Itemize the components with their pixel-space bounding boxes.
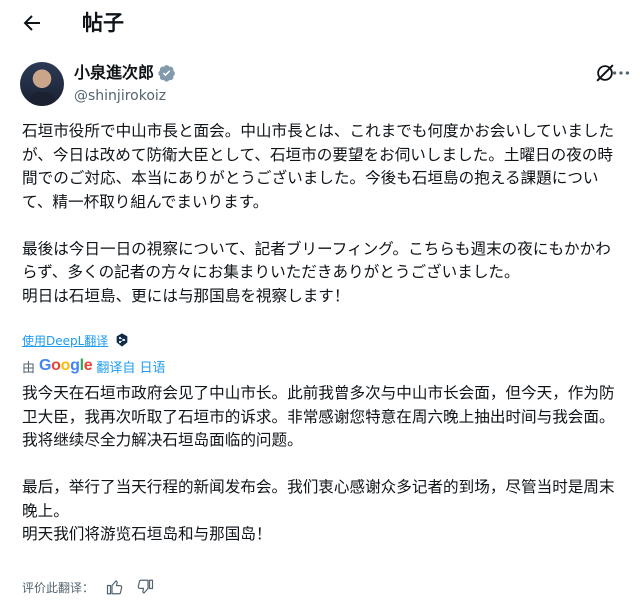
translated-post-text: 我今天在石垣市政府会见了中山市长。此前我曾多次与中山市长会面，但今天，作为防卫大… <box>22 382 626 547</box>
deepl-badge-icon <box>116 333 128 347</box>
original-paragraph-2: 最後は今日一日の視察について、記者ブリーフィング。こちらも週末の夜にもかかわらず… <box>22 239 611 305</box>
translated-paragraph-1: 我今天在石垣市政府会见了中山市长。此前我曾多次与中山市长会面，但今天，作为防卫大… <box>22 384 615 449</box>
back-arrow-icon[interactable] <box>20 11 44 35</box>
verified-badge-icon <box>158 65 175 82</box>
avatar[interactable] <box>20 62 64 106</box>
deepl-translate-row: 使用DeepL翻译 <box>22 330 130 350</box>
thumbs-up-icon[interactable] <box>106 578 124 596</box>
deepl-translate-link[interactable]: 使用DeepL翻译 <box>22 332 108 349</box>
thumbs-down-icon[interactable] <box>136 578 154 596</box>
rate-translation-label: 评价此翻译： <box>22 580 95 595</box>
page-title: 帖子 <box>82 11 124 35</box>
author-name[interactable]: 小泉進次郎 <box>74 63 154 83</box>
translated-paragraph-2: 最后，举行了当天行程的新闻发布会。我们衷心感谢众多记者的到场，尽管当时是周末晚上… <box>22 478 615 543</box>
google-logo: Google <box>39 357 93 374</box>
by-label: 由 <box>22 360 36 376</box>
more-icon[interactable] <box>610 62 632 84</box>
translated-from-label[interactable]: 翻译自 日语 <box>96 357 165 376</box>
author-handle: @shinjirokoiz <box>74 88 167 104</box>
original-post-text: 石垣市役所で中山市長と面会。中山市長とは、これまでも何度かお会いしていましたが、… <box>22 120 622 308</box>
top-bar: 帖子 <box>0 0 640 50</box>
rate-translation-row: 评价此翻译： <box>22 576 154 598</box>
original-paragraph-1: 石垣市役所で中山市長と面会。中山市長とは、これまでも何度かお会いしていましたが、… <box>22 122 615 211</box>
author-row: 小泉進次郎 @shinjirokoiz <box>20 62 630 110</box>
google-translate-attribution: 由 Google 翻译自 日语 <box>22 356 166 376</box>
